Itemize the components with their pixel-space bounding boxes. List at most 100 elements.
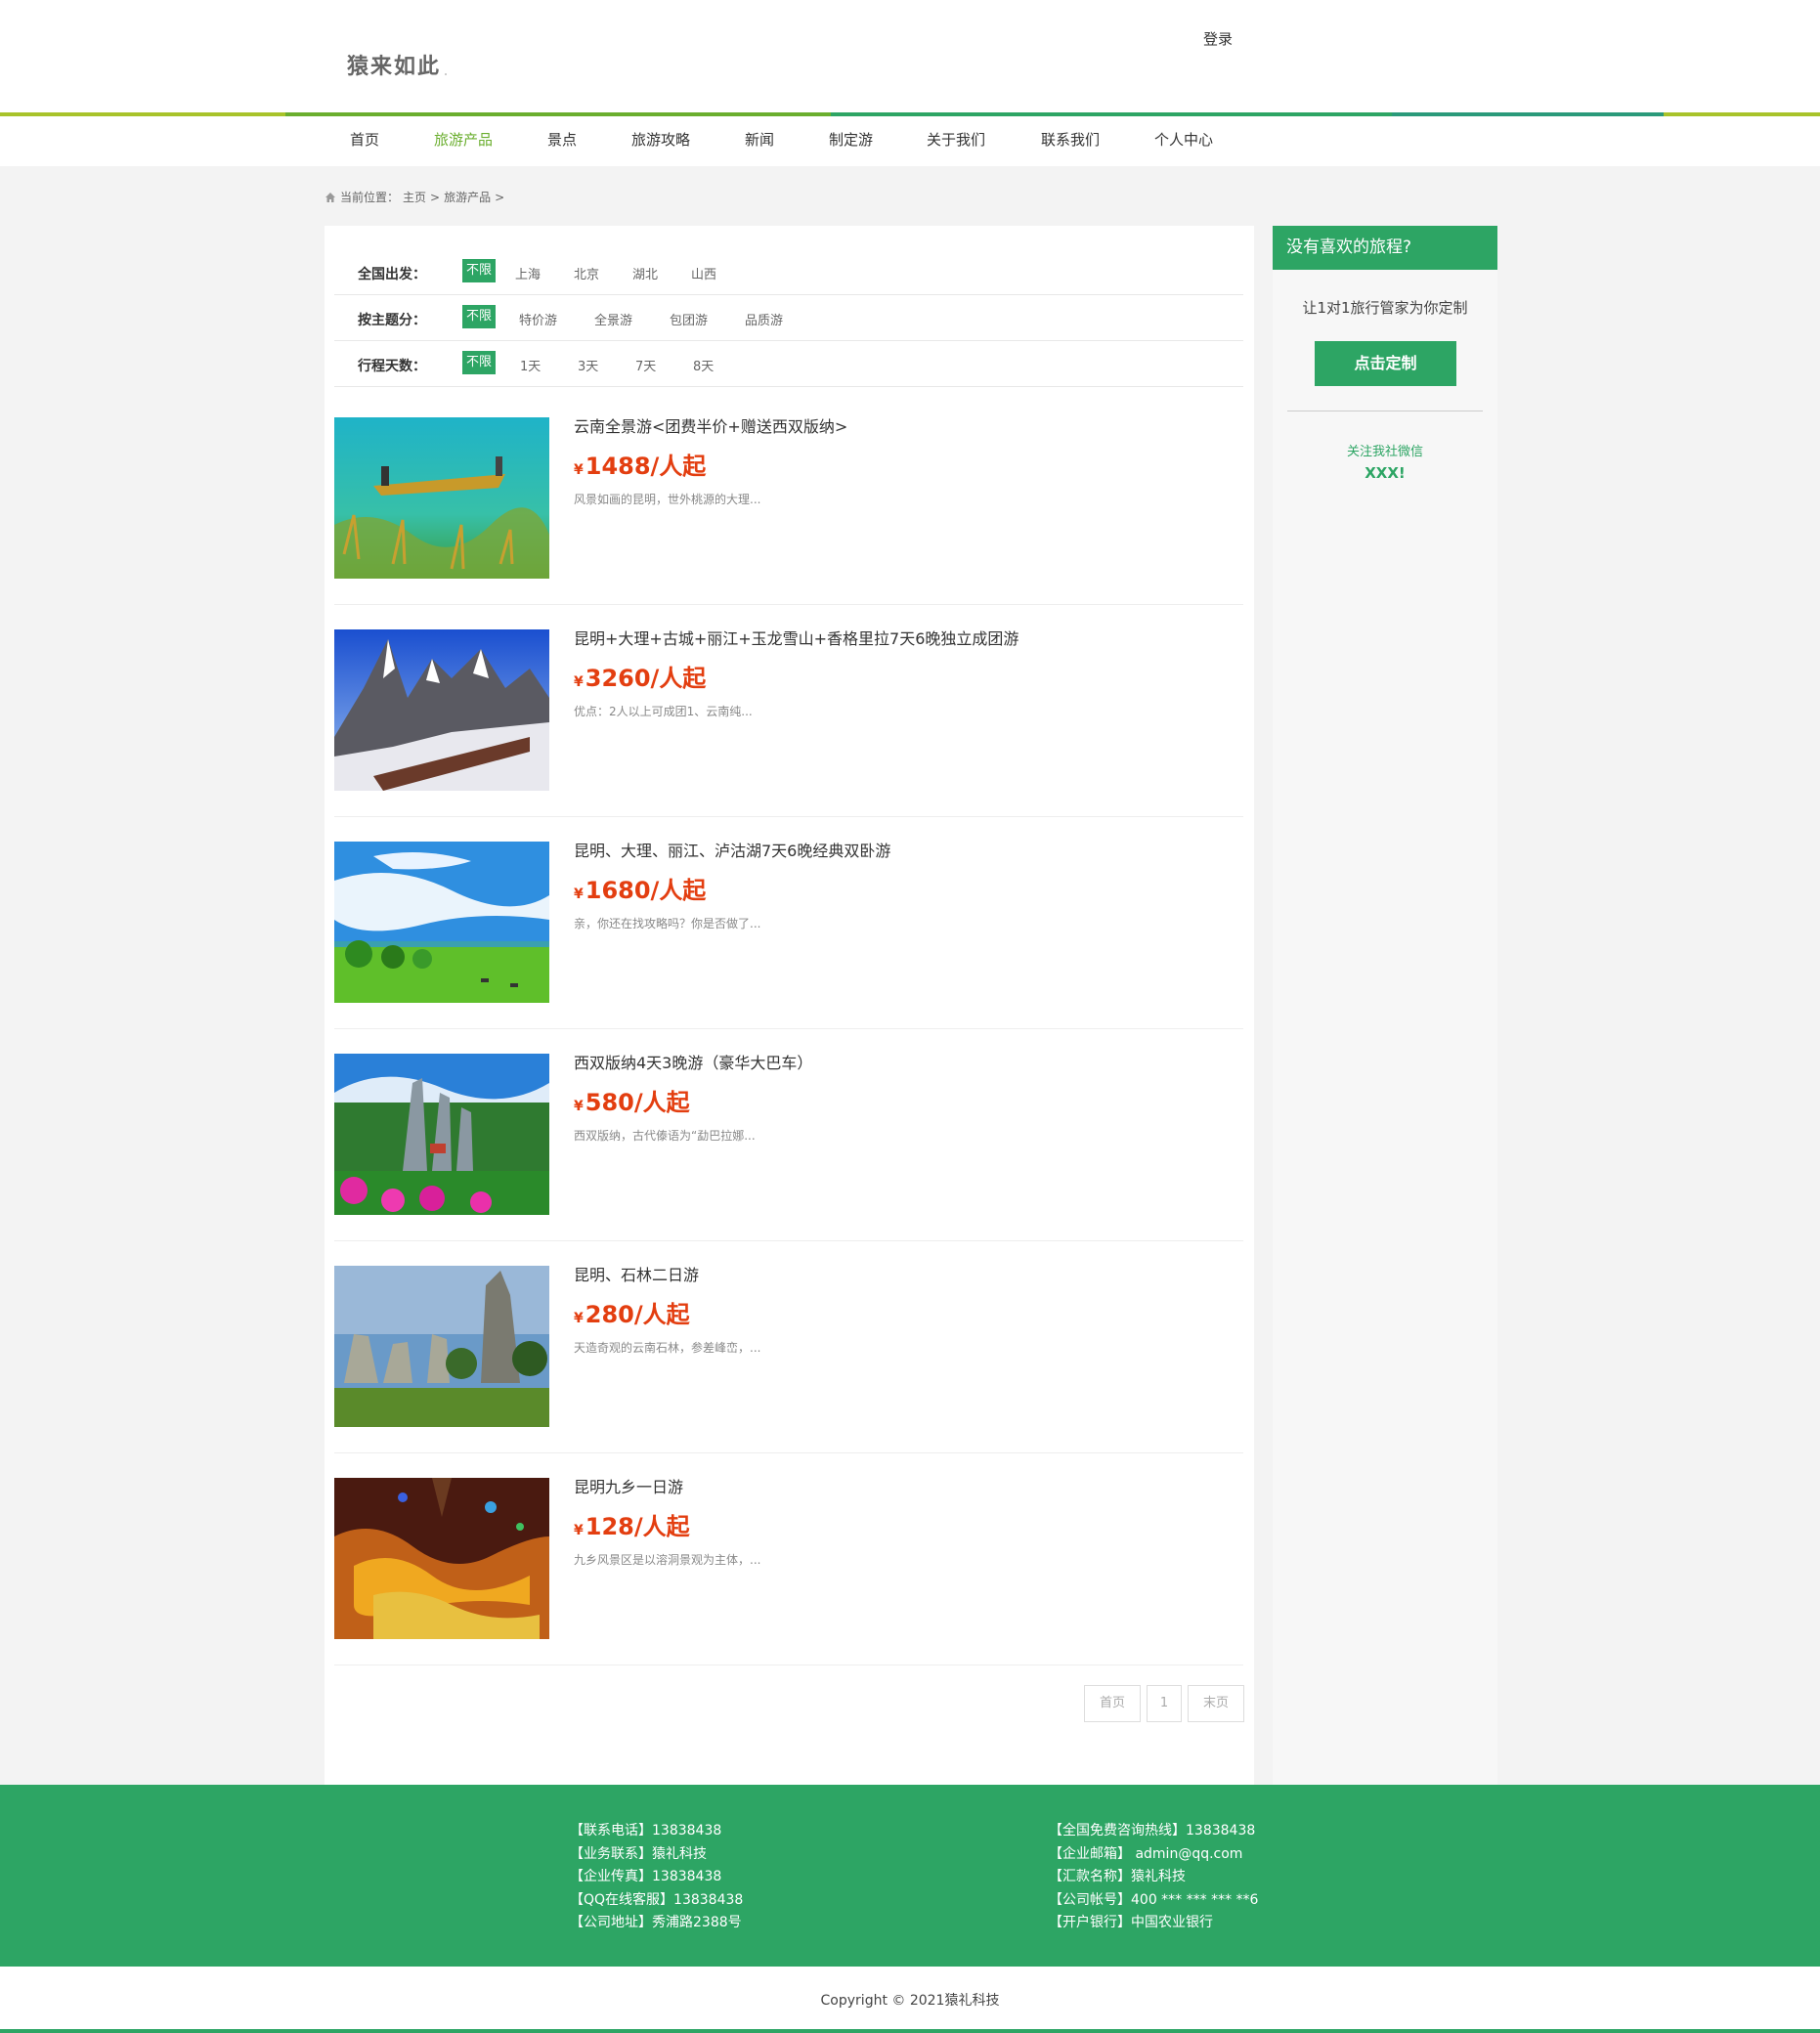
filter-label: 按主题分： bbox=[358, 313, 426, 328]
price-value: 1680/人起 bbox=[585, 877, 707, 904]
product-price: ¥128/人起 bbox=[574, 1507, 690, 1541]
breadcrumb-separator: > bbox=[430, 190, 441, 204]
filter-option[interactable]: 上海 bbox=[515, 264, 541, 282]
footer-line: 【汇款名称】猿礼科技 bbox=[1049, 1869, 1186, 1884]
product-title[interactable]: 昆明、大理、丽江、泸沽湖7天6晚经典双卧游 bbox=[574, 838, 890, 861]
pager-first-button[interactable]: 首页 bbox=[1084, 1685, 1141, 1722]
filter-option[interactable]: 特价游 bbox=[519, 310, 557, 328]
price-value: 580/人起 bbox=[585, 1089, 690, 1116]
filter-row-days: 行程天数： 不限 1天 3天 7天 8天 bbox=[334, 341, 1243, 387]
nav-custom-tour[interactable]: 制定游 bbox=[829, 129, 873, 150]
filter-label: 全国出发： bbox=[358, 267, 426, 282]
wechat-follow-text: 关注我社微信 bbox=[1346, 445, 1423, 459]
breadcrumb-current[interactable]: 旅游产品 bbox=[444, 189, 491, 205]
filter-option[interactable]: 7天 bbox=[635, 356, 656, 374]
product-image-stone-forest-flowers[interactable] bbox=[334, 1054, 549, 1215]
product-list-panel: 全国出发： 不限 上海 北京 湖北 山西 按主题分： 不限 特价游 全景游 包团… bbox=[325, 226, 1254, 1785]
filter-option[interactable]: 3天 bbox=[578, 356, 598, 374]
filter-option-selected[interactable]: 不限 bbox=[462, 351, 497, 374]
sidebar-heading: 没有喜欢的旅程? bbox=[1273, 226, 1497, 270]
product-price: ¥1680/人起 bbox=[574, 871, 706, 905]
pager-page-1-button[interactable]: 1 bbox=[1147, 1685, 1182, 1722]
customize-button[interactable]: 点击定制 bbox=[1315, 341, 1456, 386]
product-description: 天造奇观的云南石林，参差峰峦，... bbox=[574, 1341, 761, 1355]
product-title[interactable]: 昆明+大理+古城+丽江+玉龙雪山+香格里拉7天6晚独立成团游 bbox=[574, 626, 1018, 649]
yen-symbol: ¥ bbox=[574, 1311, 584, 1326]
price-value: 3260/人起 bbox=[585, 665, 707, 692]
product-image-grassland[interactable] bbox=[334, 842, 549, 1003]
home-icon bbox=[325, 192, 336, 203]
nav-about[interactable]: 关于我们 bbox=[927, 129, 985, 150]
nav-guides[interactable]: 旅游攻略 bbox=[631, 129, 690, 150]
product-image-snow-mountain[interactable] bbox=[334, 629, 549, 791]
custom-tour-sidebar: 没有喜欢的旅程? 让1对1旅行管家为你定制 点击定制 关注我社微信 XXX! bbox=[1273, 226, 1497, 1785]
footer-line: 【全国免费咨询热线】13838438 bbox=[1049, 1823, 1256, 1838]
product-price: ¥3260/人起 bbox=[574, 659, 706, 693]
filter-option[interactable]: 8天 bbox=[693, 356, 714, 374]
sidebar-text: 让1对1旅行管家为你定制 bbox=[1302, 299, 1468, 317]
product-price: ¥580/人起 bbox=[574, 1083, 690, 1117]
wechat-id: XXX! bbox=[1365, 464, 1406, 482]
footer-line: 【公司帐号】400 *** *** *** **6 bbox=[1049, 1891, 1259, 1908]
product-price: ¥1488/人起 bbox=[574, 447, 706, 481]
footer-contact-left: 【联系电话】13838438 【业务联系】猿礼科技 【企业传真】13838438… bbox=[570, 1820, 743, 1935]
filter-option-selected[interactable]: 不限 bbox=[462, 305, 497, 328]
product-item[interactable]: 昆明、石林二日游 ¥280/人起 天造奇观的云南石林，参差峰峦，... bbox=[334, 1241, 1243, 1453]
nav-user-center[interactable]: 个人中心 bbox=[1154, 129, 1213, 150]
product-item[interactable]: 昆明九乡一日游 ¥128/人起 九乡风景区是以溶洞景观为主体，... bbox=[334, 1453, 1243, 1665]
footer-line: 【公司地址】秀浦路2388号 bbox=[570, 1915, 742, 1930]
footer-line: 【企业传真】13838438 bbox=[570, 1869, 722, 1884]
product-image-boat-lake[interactable] bbox=[334, 417, 549, 579]
product-price: ¥280/人起 bbox=[574, 1295, 690, 1329]
breadcrumb: 当前位置： 主页 > 旅游产品 > bbox=[325, 189, 504, 205]
yen-symbol: ¥ bbox=[574, 1523, 584, 1538]
logo-dot bbox=[445, 73, 447, 75]
login-link[interactable]: 登录 bbox=[1203, 28, 1233, 49]
filter-option[interactable]: 湖北 bbox=[632, 264, 658, 282]
filter-option[interactable]: 1天 bbox=[520, 356, 541, 374]
copyright-text: Copyright © 2021猿礼科技 bbox=[820, 1993, 1000, 2009]
product-description: 九乡风景区是以溶洞景观为主体，... bbox=[574, 1553, 761, 1567]
footer-line: 【QQ在线客服】13838438 bbox=[570, 1891, 744, 1908]
product-item[interactable]: 西双版纳4天3晚游（豪华大巴车） ¥580/人起 西双版纳，古代傣语为“勐巴拉娜… bbox=[334, 1029, 1243, 1241]
filter-option[interactable]: 品质游 bbox=[745, 310, 783, 328]
product-title[interactable]: 昆明、石林二日游 bbox=[574, 1262, 699, 1285]
product-item[interactable]: 昆明、大理、丽江、泸沽湖7天6晚经典双卧游 ¥1680/人起 亲，你还在找攻略吗… bbox=[334, 817, 1243, 1029]
filter-option[interactable]: 北京 bbox=[574, 264, 599, 282]
filter-option[interactable]: 山西 bbox=[691, 264, 716, 282]
breadcrumb-prefix: 当前位置： bbox=[340, 191, 400, 204]
product-title[interactable]: 昆明九乡一日游 bbox=[574, 1474, 683, 1497]
product-item[interactable]: 云南全景游<团费半价+赠送西双版纳> ¥1488/人起 风景如画的昆明，世外桃源… bbox=[334, 393, 1243, 605]
pager-last-button[interactable]: 末页 bbox=[1188, 1685, 1244, 1722]
filter-row-departure: 全国出发： 不限 上海 北京 湖北 山西 bbox=[334, 249, 1243, 295]
nav-products[interactable]: 旅游产品 bbox=[434, 129, 493, 150]
product-description: 优点：2人以上可成团1、云南纯... bbox=[574, 705, 753, 718]
main-nav: 首页 旅游产品 景点 旅游攻略 新闻 制定游 关于我们 联系我们 个人中心 bbox=[0, 116, 1820, 166]
site-logo[interactable]: 猿来如此 bbox=[347, 49, 441, 80]
filter-option-selected[interactable]: 不限 bbox=[462, 259, 497, 282]
yen-symbol: ¥ bbox=[574, 674, 584, 690]
nav-scenic[interactable]: 景点 bbox=[547, 129, 577, 150]
filter-option[interactable]: 包团游 bbox=[670, 310, 708, 328]
product-item[interactable]: 昆明+大理+古城+丽江+玉龙雪山+香格里拉7天6晚独立成团游 ¥3260/人起 … bbox=[334, 605, 1243, 817]
product-title[interactable]: 西双版纳4天3晚游（豪华大巴车） bbox=[574, 1050, 812, 1073]
product-description: 亲，你还在找攻略吗？你是否做了... bbox=[574, 917, 761, 930]
product-description: 西双版纳，古代傣语为“勐巴拉娜... bbox=[574, 1129, 756, 1143]
breadcrumb-home[interactable]: 主页 bbox=[403, 189, 426, 205]
price-value: 128/人起 bbox=[585, 1513, 690, 1540]
breadcrumb-separator: > bbox=[495, 190, 505, 204]
product-title[interactable]: 云南全景游<团费半价+赠送西双版纳> bbox=[574, 413, 847, 437]
copyright-bar: Copyright © 2021猿礼科技 bbox=[0, 1967, 1820, 2029]
price-value: 1488/人起 bbox=[585, 453, 707, 480]
bottom-accent-line bbox=[0, 2029, 1820, 2033]
nav-home[interactable]: 首页 bbox=[350, 129, 379, 150]
footer-line: 【企业邮箱】 admin@qq.com bbox=[1049, 1845, 1243, 1862]
nav-news[interactable]: 新闻 bbox=[745, 129, 774, 150]
filter-label: 行程天数： bbox=[358, 359, 426, 374]
product-image-cave[interactable] bbox=[334, 1478, 549, 1639]
footer-line: 【业务联系】猿礼科技 bbox=[570, 1845, 707, 1862]
product-image-stone-forest[interactable] bbox=[334, 1266, 549, 1427]
yen-symbol: ¥ bbox=[574, 887, 584, 902]
nav-contact[interactable]: 联系我们 bbox=[1041, 129, 1100, 150]
filter-option[interactable]: 全景游 bbox=[594, 310, 632, 328]
